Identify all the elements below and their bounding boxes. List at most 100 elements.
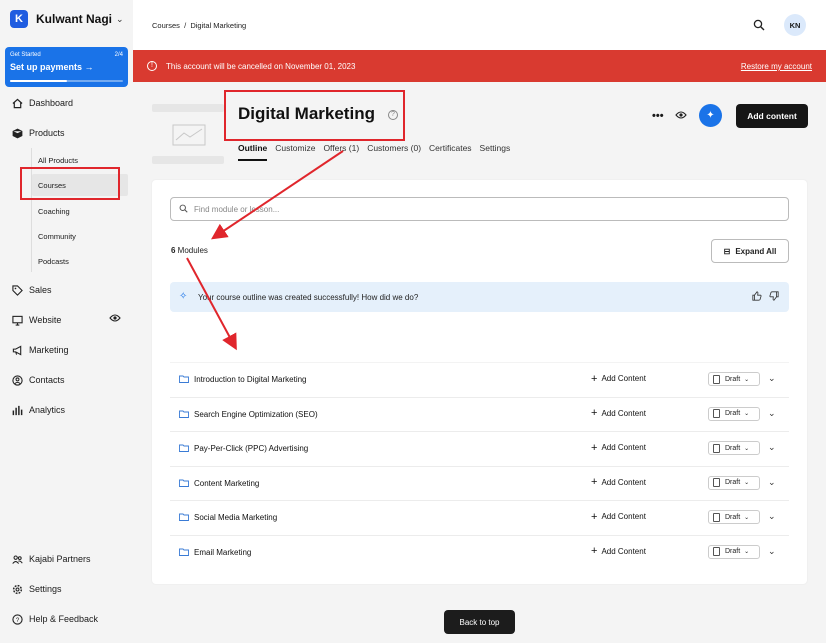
module-name[interactable]: Content Marketing xyxy=(194,479,259,488)
sidebar-item-website[interactable]: Website xyxy=(11,314,61,326)
module-count: 6 Modules xyxy=(171,246,208,255)
expand-chevron-icon[interactable]: ⌄ xyxy=(768,477,776,488)
add-content-link[interactable]: + Add Content xyxy=(591,373,646,384)
sidebar-item-analytics[interactable]: Analytics xyxy=(11,404,65,416)
avatar[interactable]: KN xyxy=(784,14,806,36)
module-count-label: Modules xyxy=(175,246,208,255)
chevron-down-icon: ⌄ xyxy=(744,549,750,556)
add-content-link[interactable]: + Add Content xyxy=(591,442,646,453)
add-content-link[interactable]: + Add Content xyxy=(591,407,646,420)
module-name[interactable]: Social Media Marketing xyxy=(194,513,277,522)
tab-customers[interactable]: Customers (0) xyxy=(367,143,421,161)
course-thumbnail[interactable] xyxy=(158,118,220,152)
status-dropdown[interactable]: Draft ⌄ xyxy=(708,544,760,559)
add-content-link[interactable]: + Add Content xyxy=(591,477,646,488)
module-row[interactable]: Introduction to Digital Marketing + Add Co… xyxy=(170,362,789,397)
setup-payments-card[interactable]: Get Started 2/4 Set up payments → xyxy=(5,47,128,87)
expand-chevron-icon[interactable]: ⌄ xyxy=(768,442,776,453)
status-dropdown[interactable]: Draft ⌄ xyxy=(708,475,760,490)
module-row[interactable]: Search Engine Optimization (SEO) + Add Con… xyxy=(170,396,789,432)
expand-chevron-icon[interactable]: ⌄ xyxy=(768,546,776,557)
module-name[interactable]: Email Marketing xyxy=(194,548,251,557)
tab-certificates[interactable]: Certificates xyxy=(429,143,472,161)
module-search[interactable] xyxy=(170,197,789,221)
svg-text:?: ? xyxy=(15,616,19,623)
module-row[interactable]: Content Marketing + Add Content Draft ⌄ ⌄ xyxy=(170,465,789,501)
monitor-icon xyxy=(11,314,23,326)
module-row[interactable]: Pay-Per-Click (PPC) Advertising + Add Cont… xyxy=(170,431,789,466)
tab-settings[interactable]: Settings xyxy=(480,143,511,161)
eye-icon[interactable] xyxy=(109,313,121,325)
sidebar-item-label: Kajabi Partners xyxy=(29,554,91,564)
chevron-down-icon: ⌄ xyxy=(744,514,750,521)
annotation-box-title xyxy=(224,90,405,141)
sidebar-item-label: Dashboard xyxy=(29,98,74,108)
preview-eye-icon[interactable] xyxy=(675,110,687,122)
module-name[interactable]: Pay-Per-Click (PPC) Advertising xyxy=(194,444,308,453)
status-dropdown[interactable]: Draft ⌄ xyxy=(708,441,760,456)
search-input[interactable] xyxy=(194,204,774,214)
annotation-box-courses xyxy=(20,167,120,200)
setup-label: Get Started xyxy=(10,52,41,58)
module-row[interactable]: Social Media Marketing + Add Content Draft ⌄… xyxy=(170,500,789,535)
search-icon[interactable] xyxy=(753,19,765,31)
help-icon: ? xyxy=(11,613,23,625)
status-label: Draft xyxy=(725,548,741,556)
add-content-label: Add Content xyxy=(601,477,646,487)
setup-title: Set up payments xyxy=(10,62,83,72)
plus-icon: + xyxy=(591,545,598,558)
add-content-link[interactable]: + Add Content xyxy=(591,511,646,522)
sidebar-item-help-feedback[interactable]: ? Help & Feedback xyxy=(11,613,98,625)
sidebar-item-marketing[interactable]: Marketing xyxy=(11,344,69,356)
tab-offers[interactable]: Offers (1) xyxy=(323,143,359,161)
restore-account-link[interactable]: Restore my account xyxy=(741,62,812,71)
module-name[interactable]: Search Engine Optimization (SEO) xyxy=(194,410,318,419)
sidebar-item-label: Sales xyxy=(29,285,52,295)
status-dropdown[interactable]: Draft ⌄ xyxy=(708,372,760,386)
search-icon xyxy=(179,204,188,215)
more-options-icon[interactable]: ••• xyxy=(652,110,664,122)
sidebar-item-podcasts[interactable]: Podcasts xyxy=(38,257,69,266)
expand-icon: ⊟ xyxy=(723,246,731,256)
add-content-button[interactable]: Add content xyxy=(736,104,808,128)
expand-chevron-icon[interactable]: ⌄ xyxy=(768,408,776,419)
banner-text: This account will be cancelled on Novemb… xyxy=(166,62,356,71)
sidebar-item-coaching[interactable]: Coaching xyxy=(38,207,70,216)
module-row[interactable]: Email Marketing + Add Content Draft ⌄ ⌄ xyxy=(170,534,789,570)
sidebar-item-dashboard[interactable]: Dashboard xyxy=(11,97,73,109)
sidebar-item-community[interactable]: Community xyxy=(38,232,76,241)
sidebar-item-sales[interactable]: Sales xyxy=(11,284,52,296)
breadcrumb[interactable]: Courses / Digital Marketing xyxy=(152,21,246,30)
sidebar-item-settings[interactable]: Settings xyxy=(11,583,62,595)
status-dropdown[interactable]: Draft ⌄ xyxy=(708,406,760,421)
brand-switcher[interactable]: K Kulwant Nagi... ⌄ xyxy=(10,10,124,28)
expand-chevron-icon[interactable]: ⌄ xyxy=(768,373,776,384)
expand-chevron-icon[interactable]: ⌄ xyxy=(768,511,776,522)
bar-chart-icon xyxy=(11,404,23,416)
sidebar-item-label: Settings xyxy=(29,584,62,594)
chevron-down-icon: ⌄ xyxy=(744,376,750,383)
status-label: Draft xyxy=(725,513,741,521)
back-to-top-button[interactable]: Back to top xyxy=(444,610,515,634)
add-content-label: Add Content xyxy=(601,546,646,556)
thumbs-up-icon[interactable] xyxy=(752,291,762,303)
sidebar-item-products[interactable]: Products xyxy=(11,127,65,139)
module-name[interactable]: Introduction to Digital Marketing xyxy=(194,375,307,384)
tab-customize[interactable]: Customize xyxy=(275,143,315,161)
expand-all-button[interactable]: ⊟ Expand All xyxy=(711,239,789,263)
thumbs-down-icon[interactable] xyxy=(769,291,779,303)
chevron-down-icon: ⌄ xyxy=(744,445,750,452)
status-dropdown[interactable]: Draft ⌄ xyxy=(708,510,760,525)
chevron-down-icon: ⌄ xyxy=(116,13,124,24)
tab-outline[interactable]: Outline xyxy=(238,143,268,161)
add-content-label: Add Content xyxy=(601,374,646,383)
ai-sparkle-button[interactable]: ✦ xyxy=(699,104,722,127)
setup-progress-bar xyxy=(10,80,123,82)
sidebar-item-label: Contacts xyxy=(29,375,65,385)
document-icon xyxy=(713,443,720,453)
sidebar-item-contacts[interactable]: Contacts xyxy=(11,374,65,386)
sidebar-item-kajabi-partners[interactable]: Kajabi Partners xyxy=(11,553,91,565)
plus-icon: + xyxy=(591,407,598,420)
add-content-link[interactable]: + Add Content xyxy=(591,545,646,558)
sidebar-item-all-products[interactable]: All Products xyxy=(38,156,78,165)
